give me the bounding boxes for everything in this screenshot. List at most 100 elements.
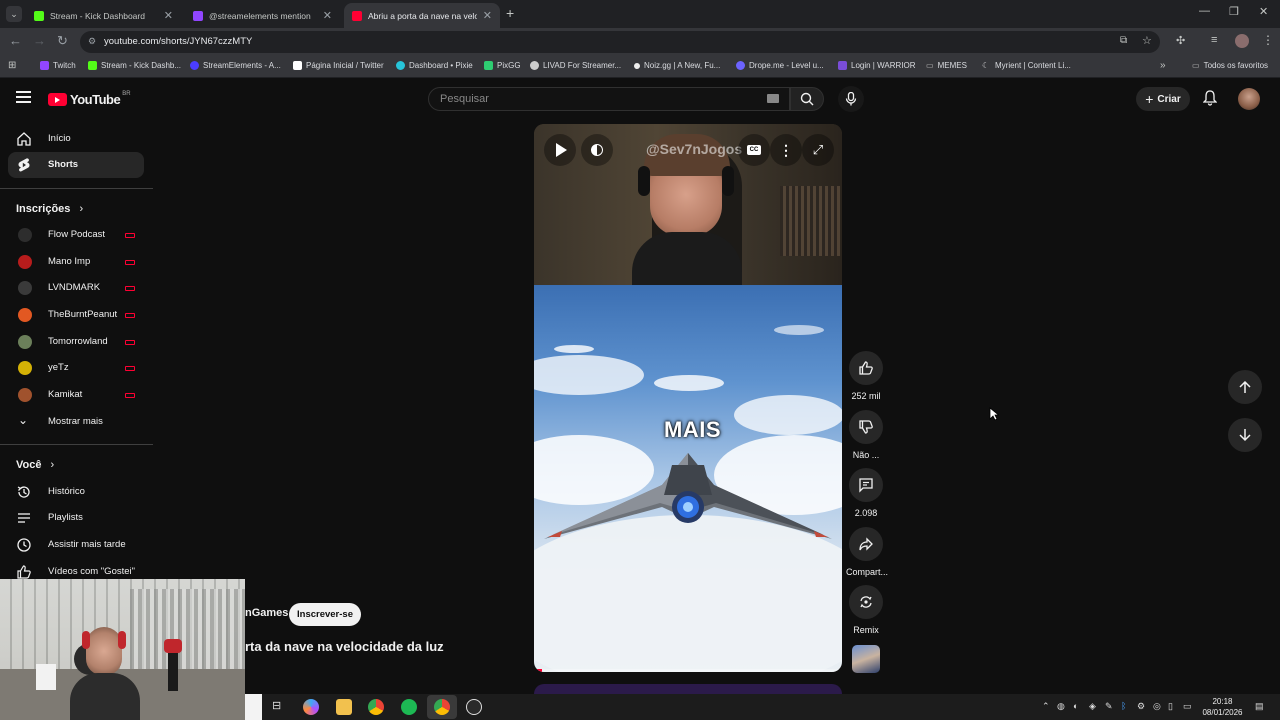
extensions-icon[interactable]: ✣ bbox=[1176, 34, 1185, 47]
chrome-app-icon[interactable] bbox=[368, 699, 384, 715]
show-hidden-icons-icon[interactable]: ⌃ bbox=[1042, 701, 1050, 712]
copilot-app-icon[interactable] bbox=[303, 699, 319, 715]
discord-tray-icon[interactable]: ◐ bbox=[1073, 701, 1078, 711]
bookmark-star-icon[interactable]: ☆ bbox=[1142, 34, 1152, 47]
search-button[interactable] bbox=[790, 87, 824, 111]
network-icon[interactable]: ▭ bbox=[1183, 701, 1192, 712]
reload-icon[interactable]: ↻ bbox=[57, 33, 68, 49]
bookmark-item[interactable]: Drope.me - Level u... bbox=[736, 61, 824, 70]
remix-button[interactable]: Remix bbox=[846, 585, 886, 635]
bookmark-item[interactable]: LIVAD For Streamer... bbox=[530, 61, 621, 70]
browser-tab-active[interactable]: Abriu a porta da nave na veloc ✕ bbox=[344, 3, 500, 28]
shorts-video-player[interactable]: @Sev7nJogos CC ⋮ ⤢ MAIS bbox=[534, 124, 842, 672]
tab-search-dropdown[interactable]: ⌄ bbox=[6, 6, 22, 22]
close-tab-icon[interactable]: ✕ bbox=[323, 9, 332, 22]
bookmark-item[interactable]: ☾ Myrient | Content Li... bbox=[982, 61, 1071, 70]
bluetooth-icon[interactable]: ᛒ bbox=[1121, 701, 1126, 711]
tray-app-icon[interactable]: ◎ bbox=[1153, 701, 1161, 712]
obs-app-icon[interactable] bbox=[466, 699, 482, 715]
sidebar-item-subscription[interactable]: Tomorrowland bbox=[8, 329, 144, 355]
like-button[interactable]: 252 mil bbox=[846, 351, 886, 401]
more-bookmarks-icon[interactable]: » bbox=[1160, 60, 1166, 71]
new-tab-button[interactable]: + bbox=[506, 5, 514, 21]
sidebar-item-shorts[interactable]: Shorts bbox=[8, 152, 144, 178]
close-window-icon[interactable]: ✕ bbox=[1259, 5, 1268, 18]
video-title[interactable]: rta da nave na velocidade da luz bbox=[245, 639, 444, 654]
close-tab-icon[interactable]: ✕ bbox=[483, 9, 492, 22]
taskbar-clock[interactable]: 20:18 08/01/2026 bbox=[1200, 696, 1245, 718]
account-avatar[interactable] bbox=[1238, 88, 1260, 110]
bookmark-item[interactable]: Dashboard • Pixie bbox=[396, 61, 473, 70]
volume-button[interactable] bbox=[581, 134, 613, 166]
show-more-button[interactable]: ⌄ Mostrar mais bbox=[8, 409, 144, 435]
fullscreen-button[interactable]: ⤢ bbox=[802, 134, 834, 166]
minimize-icon[interactable]: — bbox=[1199, 5, 1210, 17]
dislike-button[interactable]: Não ... bbox=[846, 410, 886, 460]
spotify-app-icon[interactable] bbox=[401, 699, 417, 715]
bookmark-item[interactable]: PixGG bbox=[484, 61, 521, 70]
sidebar-item-subscription[interactable]: Mano Imp bbox=[8, 249, 144, 275]
captions-button[interactable]: CC bbox=[738, 134, 770, 166]
back-icon[interactable]: ← bbox=[9, 33, 22, 48]
all-bookmarks-folder[interactable]: ▭ Todos os favoritos bbox=[1192, 61, 1268, 70]
browser-menu-icon[interactable]: ⋮ bbox=[1262, 33, 1274, 47]
bookmark-item[interactable]: Página Inicial / Twitter bbox=[293, 61, 384, 70]
keyboard-icon[interactable] bbox=[767, 94, 779, 103]
chrome-active-app-icon[interactable] bbox=[434, 699, 450, 715]
site-info-icon[interactable]: ⚙ bbox=[88, 36, 96, 47]
play-button[interactable] bbox=[544, 134, 576, 166]
tray-app-icon[interactable]: ⚙ bbox=[1137, 701, 1145, 712]
sidebar-item-subscription[interactable]: yeTz bbox=[8, 355, 144, 381]
sidebar-item-history[interactable]: Histórico bbox=[8, 479, 144, 505]
sidebar-item-subscription[interactable]: TheBurntPeanut bbox=[8, 302, 144, 328]
sidebar-item-watch-later[interactable]: Assistir mais tarde bbox=[8, 532, 144, 558]
sidebar-item-subscription[interactable]: Kamikat bbox=[8, 382, 144, 408]
media-controls-icon[interactable]: ≡ bbox=[1211, 34, 1217, 46]
subscriptions-header[interactable]: Inscrições › bbox=[16, 203, 83, 215]
browser-tab[interactable]: @streamelements mention ✕ bbox=[185, 3, 340, 28]
more-options-button[interactable]: ⋮ bbox=[770, 134, 802, 166]
address-bar[interactable]: ⚙ youtube.com/shorts/JYN67czzMTY ⧉ ☆ bbox=[80, 31, 1160, 53]
forward-icon[interactable]: → bbox=[33, 33, 46, 48]
file-explorer-icon[interactable] bbox=[336, 699, 352, 715]
kick-icon bbox=[88, 61, 97, 70]
task-view-icon[interactable]: ⊟ bbox=[272, 699, 281, 712]
you-header[interactable]: Você › bbox=[16, 459, 54, 471]
subscribe-button[interactable]: Inscrever-se bbox=[289, 603, 361, 626]
comments-button[interactable]: 2.098 bbox=[846, 468, 886, 518]
bookmark-item[interactable]: Noiz.gg | A New, Fu... bbox=[634, 61, 720, 70]
share-button[interactable]: Compart... bbox=[846, 527, 888, 577]
apps-grid-icon[interactable]: ⊞ bbox=[8, 60, 16, 71]
sidebar-item-playlists[interactable]: Playlists bbox=[8, 505, 144, 531]
pen-tray-icon[interactable]: ✎ bbox=[1105, 701, 1113, 712]
bookmark-item[interactable]: Stream - Kick Dashb... bbox=[88, 61, 181, 70]
bookmark-item[interactable]: StreamElements - A... bbox=[190, 61, 281, 70]
tray-app-icon[interactable]: ◈ bbox=[1089, 701, 1096, 712]
taskbar-search-box[interactable] bbox=[245, 694, 262, 720]
profile-avatar[interactable] bbox=[1235, 34, 1249, 48]
search-input[interactable]: Pesquisar bbox=[428, 87, 790, 111]
restore-icon[interactable]: ❐ bbox=[1229, 5, 1239, 18]
audio-source-thumbnail[interactable] bbox=[852, 645, 880, 673]
sidebar-item-subscription[interactable]: LVNDMARK bbox=[8, 275, 144, 301]
bookmark-folder[interactable]: ▭ MEMES bbox=[926, 61, 967, 70]
guide-menu-icon[interactable] bbox=[16, 91, 31, 103]
voice-search-button[interactable] bbox=[838, 86, 864, 112]
previous-short-button[interactable] bbox=[1228, 370, 1262, 404]
install-app-icon[interactable]: ⧉ bbox=[1120, 35, 1127, 46]
browser-tab[interactable]: Stream - Kick Dashboard ✕ bbox=[26, 3, 181, 28]
notifications-bell-icon[interactable] bbox=[1203, 90, 1217, 106]
usb-tray-icon[interactable]: ▯ bbox=[1168, 701, 1173, 712]
create-button[interactable]: + Criar bbox=[1136, 87, 1190, 111]
bookmark-item[interactable]: Login | WARRIOR bbox=[838, 61, 915, 70]
next-short-button[interactable] bbox=[1228, 418, 1262, 452]
video-progress-bar[interactable] bbox=[534, 669, 842, 672]
sidebar-item-subscription[interactable]: Flow Podcast bbox=[8, 222, 144, 248]
notifications-icon[interactable]: ▤ bbox=[1255, 701, 1264, 712]
channel-name[interactable]: nGames bbox=[245, 607, 288, 619]
close-tab-icon[interactable]: ✕ bbox=[164, 9, 173, 22]
youtube-logo[interactable]: YouTube BR bbox=[48, 91, 131, 107]
bookmark-item[interactable]: Twitch bbox=[40, 61, 76, 70]
sidebar-item-home[interactable]: Início bbox=[8, 126, 144, 152]
steam-tray-icon[interactable]: ◍ bbox=[1057, 701, 1065, 712]
